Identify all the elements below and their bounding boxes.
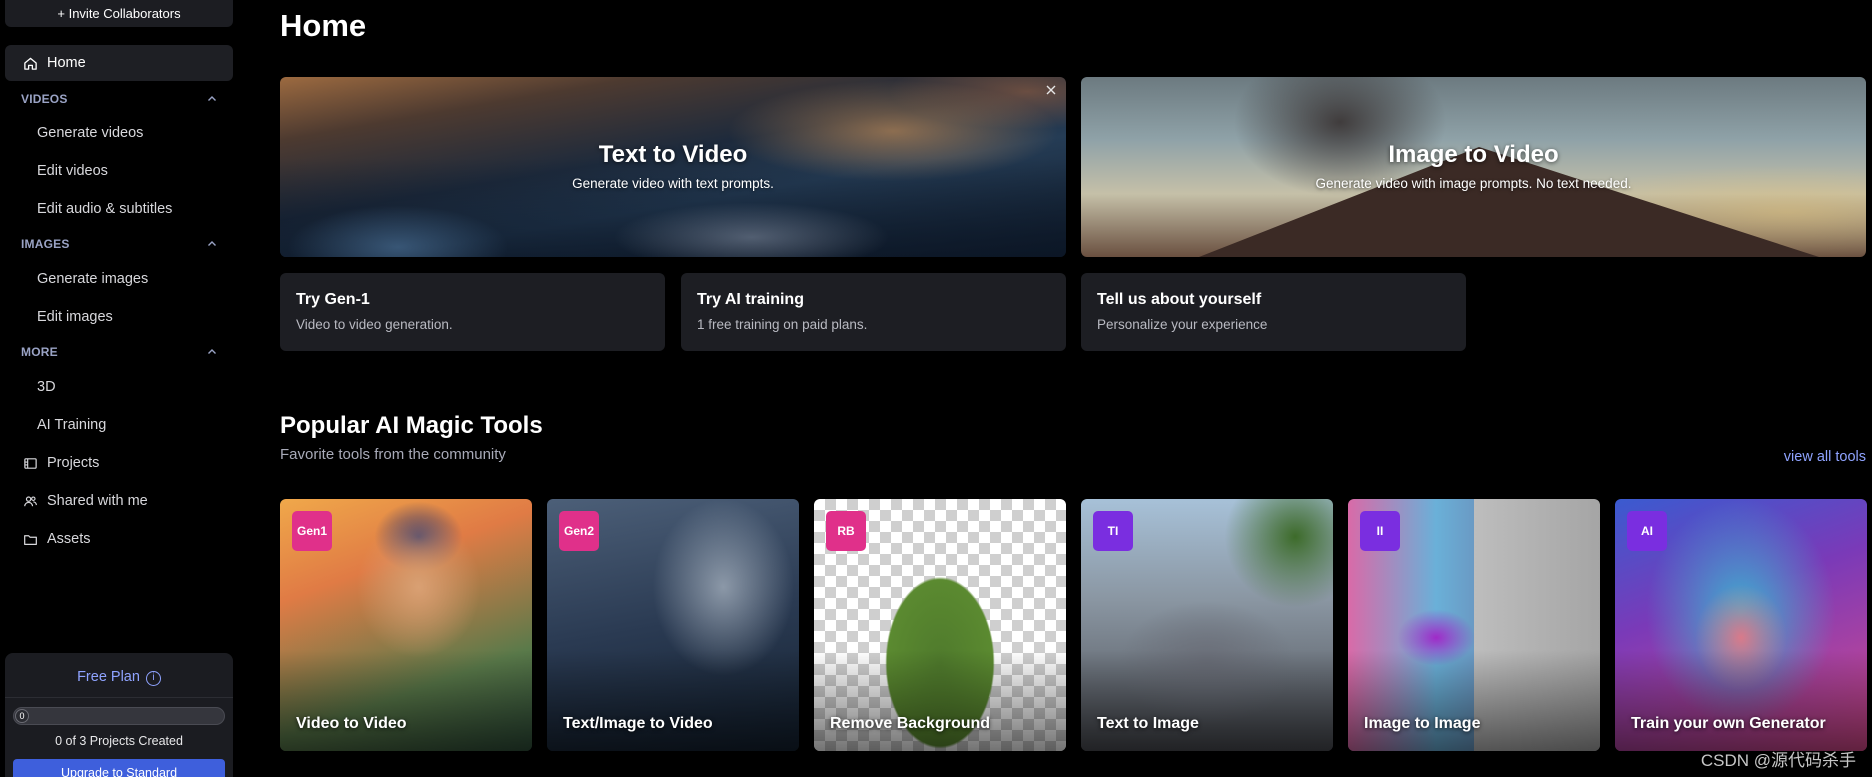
- tool-card-train-your-own-generator[interactable]: AI Train your own Generator: [1615, 499, 1867, 751]
- card-subtitle: Video to video generation.: [296, 317, 453, 332]
- projects-created-text: 0 of 3 Projects Created: [55, 734, 183, 748]
- section-images-toggle[interactable]: IMAGES: [5, 230, 233, 258]
- tool-label: Video to Video: [296, 715, 407, 732]
- invite-collaborators-button[interactable]: + Invite Collaborators: [5, 0, 233, 27]
- tool-badge: AI: [1627, 511, 1667, 551]
- sidebar-item-home[interactable]: Home: [5, 45, 233, 81]
- section-more-toggle[interactable]: MORE: [5, 338, 233, 366]
- banner-image: [280, 158, 1066, 257]
- section-heading: IMAGES: [21, 237, 70, 251]
- section-subtitle: Favorite tools from the community: [280, 446, 506, 463]
- card-overlay: [280, 650, 532, 751]
- card-overlay: [1615, 650, 1867, 751]
- sidebar-item-label: Assets: [47, 531, 91, 547]
- tool-badge: Gen1: [292, 511, 332, 551]
- projects-progress-bar: 0: [13, 707, 225, 725]
- card-title: Try AI training: [697, 291, 804, 308]
- sidebar-item-edit-videos[interactable]: Edit videos: [5, 154, 233, 188]
- try-gen1-card[interactable]: Try Gen-1 Video to video generation.: [280, 273, 665, 351]
- sidebar-item-edit-audio-subtitles[interactable]: Edit audio & subtitles: [5, 192, 233, 226]
- plan-panel: Free Plan i 0 0 of 3 Projects Created Upg…: [5, 653, 233, 777]
- text-to-video-banner[interactable]: Text to Video Generate video with text p…: [280, 77, 1066, 257]
- tool-card-remove-background[interactable]: RB Remove Background: [814, 499, 1066, 751]
- tool-badge: RB: [826, 511, 866, 551]
- home-icon: [21, 54, 39, 72]
- info-icon[interactable]: i: [145, 671, 161, 686]
- section-heading: MORE: [21, 345, 58, 359]
- tool-badge: II: [1360, 511, 1400, 551]
- sidebar-item-projects[interactable]: Projects: [5, 445, 233, 481]
- close-icon[interactable]: [1044, 83, 1058, 97]
- tool-card-video-to-video[interactable]: Gen1 Video to Video: [280, 499, 532, 751]
- banner-title: Image to Video: [1388, 141, 1559, 168]
- upgrade-button[interactable]: Upgrade to Standard: [13, 759, 225, 777]
- sidebar-item-edit-images[interactable]: Edit images: [5, 300, 233, 334]
- sidebar-item-generate-videos[interactable]: Generate videos: [5, 116, 233, 150]
- page-title: Home: [280, 8, 367, 43]
- plan-name: Free Plan: [77, 669, 140, 685]
- sidebar-item-ai-training[interactable]: AI Training: [5, 408, 233, 442]
- users-icon: [21, 492, 39, 510]
- view-all-tools-link[interactable]: view all tools: [1784, 449, 1866, 465]
- section-videos-toggle[interactable]: VIDEOS: [5, 85, 233, 113]
- card-overlay: [814, 650, 1066, 751]
- chevron-up-icon: [208, 241, 216, 246]
- tool-label: Text to Image: [1097, 715, 1199, 732]
- card-title: Tell us about yourself: [1097, 291, 1262, 308]
- sidebar-item-assets[interactable]: Assets: [5, 521, 233, 557]
- card-overlay: [1348, 650, 1600, 751]
- banner-subtitle: Generate video with image prompts. No te…: [1315, 176, 1632, 191]
- tool-label: Train your own Generator: [1631, 715, 1826, 732]
- card-subtitle: Personalize your experience: [1097, 317, 1268, 332]
- tool-card-image-to-image[interactable]: II Image to Image: [1348, 499, 1600, 751]
- card-title: Try Gen-1: [296, 291, 370, 308]
- tool-label: Text/Image to Video: [563, 715, 713, 732]
- chevron-up-icon: [208, 96, 216, 101]
- tool-badge: TI: [1093, 511, 1133, 551]
- tool-card-text-to-image[interactable]: TI Text to Image: [1081, 499, 1333, 751]
- tool-card-text-image-to-video[interactable]: Gen2 Text/Image to Video: [547, 499, 799, 751]
- divider: [5, 697, 233, 698]
- card-overlay: [547, 650, 799, 751]
- folder-icon: [21, 530, 39, 548]
- try-ai-training-card[interactable]: Try AI training 1 free training on paid …: [681, 273, 1066, 351]
- progress-value: 0: [15, 709, 29, 723]
- sidebar-item-label: Home: [47, 55, 86, 71]
- card-overlay: [1081, 650, 1333, 751]
- card-subtitle: 1 free training on paid plans.: [697, 317, 868, 332]
- sidebar-item-generate-images[interactable]: Generate images: [5, 262, 233, 296]
- watermark: CSDN @源代码杀手: [1700, 751, 1856, 770]
- tell-us-about-yourself-card[interactable]: Tell us about yourself Personalize your …: [1081, 273, 1466, 351]
- section-heading: VIDEOS: [21, 92, 68, 106]
- tool-label: Remove Background: [830, 715, 991, 732]
- sidebar-item-label: Projects: [47, 455, 100, 471]
- sidebar-item-label: Shared with me: [47, 493, 148, 509]
- section-title: Popular AI Magic Tools: [280, 412, 543, 439]
- sidebar-item-3d[interactable]: 3D: [5, 370, 233, 404]
- sidebar: + Invite Collaborators Home VIDEOS Gener…: [0, 0, 240, 777]
- sidebar-item-shared-with-me[interactable]: Shared with me: [5, 483, 233, 519]
- image-to-video-banner[interactable]: Image to Video Generate video with image…: [1081, 77, 1866, 257]
- plan-title: Free Plan i: [5, 669, 233, 686]
- chevron-up-icon: [208, 349, 216, 354]
- tool-badge: Gen2: [559, 511, 599, 551]
- banner-subtitle: Generate video with text prompts.: [572, 176, 774, 191]
- tool-label: Image to Image: [1364, 715, 1481, 732]
- projects-icon: [21, 454, 39, 472]
- banner-title: Text to Video: [598, 141, 748, 168]
